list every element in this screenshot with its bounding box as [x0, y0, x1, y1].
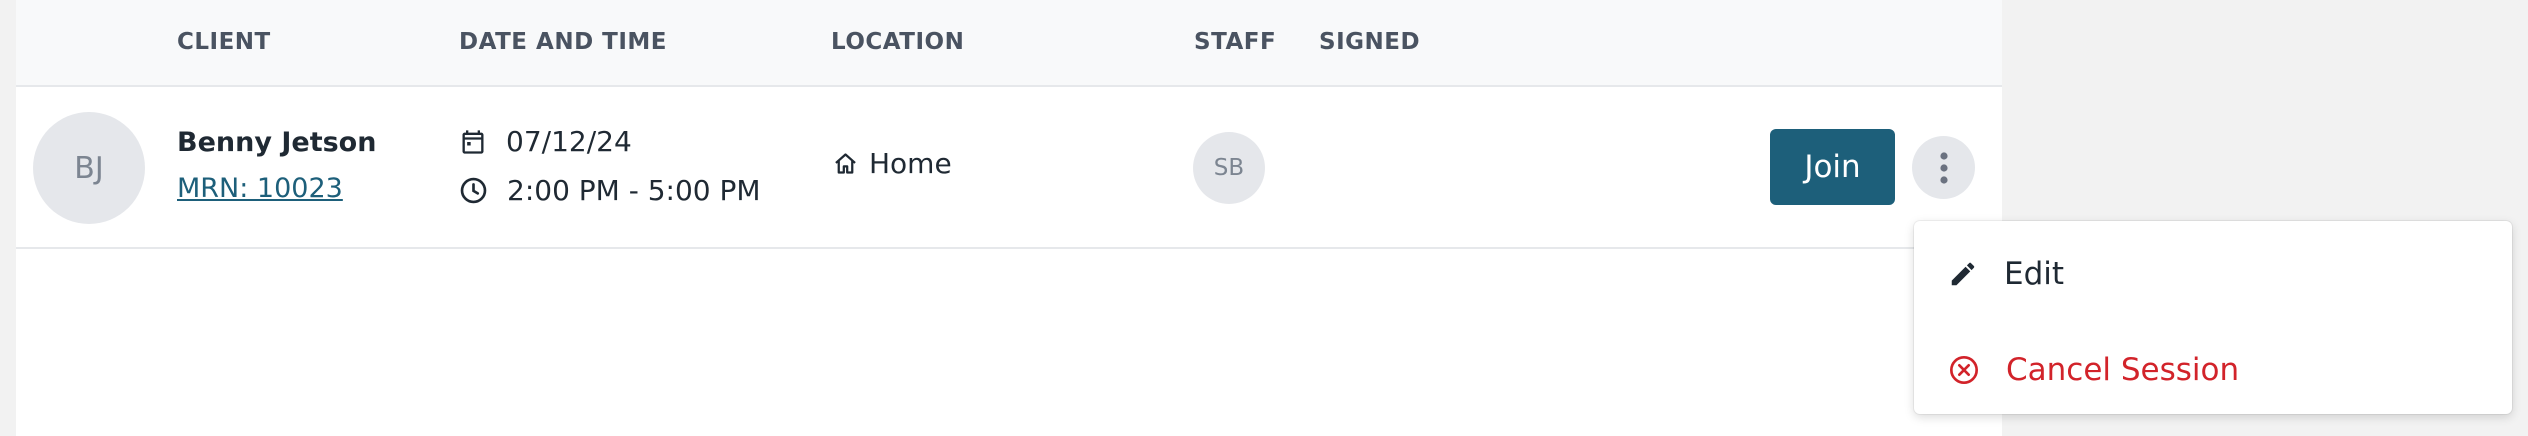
- menu-item-cancel-label: Cancel Session: [2006, 352, 2240, 388]
- session-date-text: 07/12/24: [506, 125, 632, 158]
- header-staff[interactable]: STAFF: [1194, 29, 1276, 55]
- home-icon: [835, 153, 856, 174]
- cancel-circle-icon: [1950, 356, 1978, 384]
- header-signed[interactable]: SIGNED: [1319, 29, 1420, 55]
- staff-avatar: SB: [1193, 132, 1265, 204]
- header-client[interactable]: CLIENT: [177, 29, 271, 55]
- location-text: Home: [869, 147, 952, 180]
- table-header: CLIENT DATE AND TIME LOCATION STAFF SIGN…: [16, 0, 2002, 87]
- client-name: Benny Jetson: [177, 127, 377, 158]
- session-location: Home: [832, 147, 952, 180]
- clock-icon: [460, 177, 487, 204]
- menu-item-edit-label: Edit: [2004, 256, 2065, 292]
- session-time-text: 2:00 PM - 5:00 PM: [507, 174, 761, 207]
- join-button[interactable]: Join: [1770, 129, 1895, 205]
- menu-item-cancel-session[interactable]: Cancel Session: [1914, 327, 2512, 413]
- row-actions-menu: Edit Cancel Session: [1914, 221, 2512, 414]
- header-location[interactable]: LOCATION: [831, 29, 964, 55]
- pencil-icon: [1951, 262, 1975, 286]
- client-avatar: BJ: [33, 112, 145, 224]
- sessions-table: CLIENT DATE AND TIME LOCATION STAFF SIGN…: [16, 0, 2002, 436]
- client-mrn-link[interactable]: MRN: 10023: [177, 173, 343, 204]
- calendar-icon: [462, 129, 484, 154]
- header-date-time[interactable]: DATE AND TIME: [459, 29, 667, 55]
- kebab-menu-icon: [1939, 151, 1948, 184]
- session-date: 07/12/24: [459, 125, 632, 158]
- menu-item-edit[interactable]: Edit: [1914, 231, 2512, 317]
- row-actions-button[interactable]: [1912, 136, 1975, 199]
- session-time: 2:00 PM - 5:00 PM: [459, 174, 761, 207]
- table-row: BJ Benny Jetson MRN: 10023 07/12/24 2:00…: [16, 87, 2002, 249]
